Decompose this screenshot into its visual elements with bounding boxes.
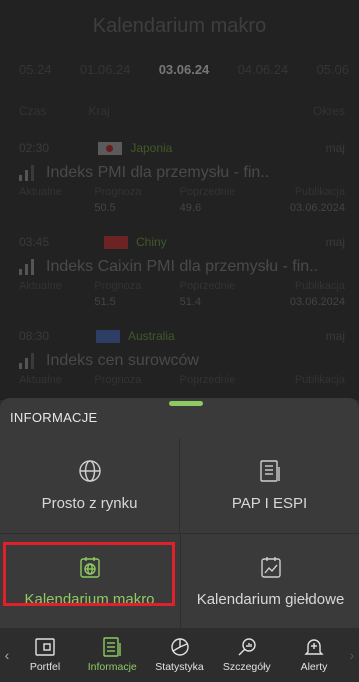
sheet-menu-grid: Prosto z rynku PAP I ESPI Kalendarium ma… bbox=[0, 438, 359, 629]
label-publication: Publikacja bbox=[294, 280, 345, 292]
value-previous: 49.6 bbox=[179, 202, 202, 214]
value-actual bbox=[19, 296, 89, 312]
date-tab[interactable]: 05.06 bbox=[316, 62, 349, 77]
value-forecast: 51.5 bbox=[94, 296, 116, 308]
value-actual bbox=[19, 202, 89, 218]
menu-prosto-z-rynku[interactable]: Prosto z rynku bbox=[0, 438, 180, 534]
japan-flag-icon bbox=[98, 141, 123, 155]
event-period: maj bbox=[325, 141, 345, 155]
label-forecast: Prognoza bbox=[94, 280, 142, 292]
chevron-right-icon[interactable]: › bbox=[345, 647, 359, 663]
event-period: maj bbox=[325, 235, 345, 249]
date-tab-active[interactable]: 03.06.24 bbox=[159, 62, 210, 77]
nav-portfel[interactable]: Portfel bbox=[14, 637, 76, 673]
wallet-icon bbox=[34, 637, 56, 657]
value-forecast: 50.5 bbox=[94, 202, 116, 214]
menu-label: Prosto z rynku bbox=[41, 495, 138, 512]
date-tab[interactable]: 04.06.24 bbox=[238, 62, 289, 77]
label-publication: Publikacja bbox=[294, 186, 345, 198]
value-publication: 03.06.2024 bbox=[289, 202, 345, 214]
event-country: Japonia bbox=[98, 141, 172, 155]
menu-label: PAP I ESPI bbox=[231, 495, 308, 512]
event-country: Chiny bbox=[104, 235, 167, 249]
bottom-navigation: ‹ Portfel Informacje Statystyka Szczegół… bbox=[0, 628, 359, 682]
nav-statystyka[interactable]: Statystyka bbox=[149, 637, 211, 673]
bell-add-icon bbox=[303, 637, 325, 657]
column-time: Czas bbox=[19, 104, 47, 118]
importance-bars-icon bbox=[19, 259, 34, 275]
importance-bars-icon bbox=[19, 353, 34, 369]
sheet-title: INFORMACJE bbox=[10, 410, 98, 425]
menu-label: Kalendarium giełdowe bbox=[196, 591, 345, 608]
nav-label: Informacje bbox=[87, 661, 137, 673]
event-time: 08:30 bbox=[19, 329, 50, 343]
calendar-chart-icon bbox=[259, 555, 283, 579]
value-previous: 51.4 bbox=[179, 296, 202, 308]
news-icon bbox=[101, 637, 123, 657]
label-actual: Aktualne bbox=[19, 186, 62, 198]
date-tab[interactable]: 05.24 bbox=[19, 62, 52, 77]
menu-kalendarium-gieldowe[interactable]: Kalendarium giełdowe bbox=[180, 534, 359, 629]
australia-flag-icon bbox=[96, 329, 120, 343]
nav-label: Statystyka bbox=[155, 661, 204, 673]
nav-label: Alerty bbox=[300, 661, 328, 673]
date-strip[interactable]: 05.24 01.06.24 03.06.24 04.06.24 05.06 bbox=[0, 52, 359, 86]
event-row[interactable]: 03:45 Chiny maj Indeks Caixin PMI dla pr… bbox=[0, 230, 359, 324]
label-previous: Poprzednie bbox=[179, 280, 236, 292]
menu-label: Kalendarium makro bbox=[24, 591, 155, 608]
menu-kalendarium-makro[interactable]: Kalendarium makro bbox=[0, 534, 179, 629]
label-forecast: Prognoza bbox=[94, 374, 142, 386]
nav-label: Portfel bbox=[29, 661, 61, 673]
event-time: 02:30 bbox=[19, 141, 50, 155]
details-search-icon bbox=[236, 637, 258, 657]
label-publication: Publikacja bbox=[294, 374, 345, 386]
nav-szczegoly[interactable]: Szczegóły bbox=[216, 637, 278, 673]
label-previous: Poprzednie bbox=[179, 374, 236, 386]
stats-icon bbox=[169, 637, 191, 657]
label-previous: Poprzednie bbox=[179, 186, 236, 198]
sheet-drag-handle[interactable] bbox=[169, 401, 203, 406]
column-country: Kraj bbox=[88, 104, 110, 118]
chevron-left-icon[interactable]: ‹ bbox=[0, 647, 14, 663]
event-period: maj bbox=[325, 329, 345, 343]
menu-pap-espi[interactable]: PAP I ESPI bbox=[180, 438, 359, 534]
event-name: Indeks PMI dla przemysłu - fin.. bbox=[46, 164, 270, 181]
globe-icon bbox=[78, 459, 102, 483]
label-actual: Aktualne bbox=[19, 374, 62, 386]
information-sheet: INFORMACJE Prosto z rynku PAP I ESPI Kal… bbox=[0, 398, 359, 629]
column-period: Okres bbox=[312, 104, 345, 118]
event-name: Indeks cen surowców bbox=[46, 352, 199, 369]
label-forecast: Prognoza bbox=[94, 186, 142, 198]
event-time: 03:45 bbox=[19, 235, 50, 249]
event-country: Australia bbox=[96, 329, 175, 343]
importance-bars-icon bbox=[19, 165, 34, 181]
nav-alerty[interactable]: Alerty bbox=[283, 637, 345, 673]
document-icon bbox=[258, 459, 282, 483]
nav-label: Szczegóły bbox=[222, 661, 271, 673]
calendar-background: Kalendarium makro 05.24 01.06.24 03.06.2… bbox=[0, 0, 359, 400]
event-row[interactable]: 02:30 Japonia maj Indeks PMI dla przemys… bbox=[0, 136, 359, 230]
app-screen: Kalendarium makro 05.24 01.06.24 03.06.2… bbox=[0, 0, 359, 682]
page-title: Kalendarium makro bbox=[92, 15, 267, 37]
calendar-globe-icon bbox=[78, 555, 102, 579]
date-tab[interactable]: 01.06.24 bbox=[80, 62, 131, 77]
value-publication: 03.06.2024 bbox=[289, 296, 345, 308]
china-flag-icon bbox=[104, 235, 128, 249]
event-name: Indeks Caixin PMI dla przemysłu - fin.. bbox=[46, 258, 319, 275]
column-headers: Czas Kraj Okres bbox=[0, 86, 359, 136]
label-actual: Aktualne bbox=[19, 280, 62, 292]
nav-informacje[interactable]: Informacje bbox=[81, 637, 143, 673]
